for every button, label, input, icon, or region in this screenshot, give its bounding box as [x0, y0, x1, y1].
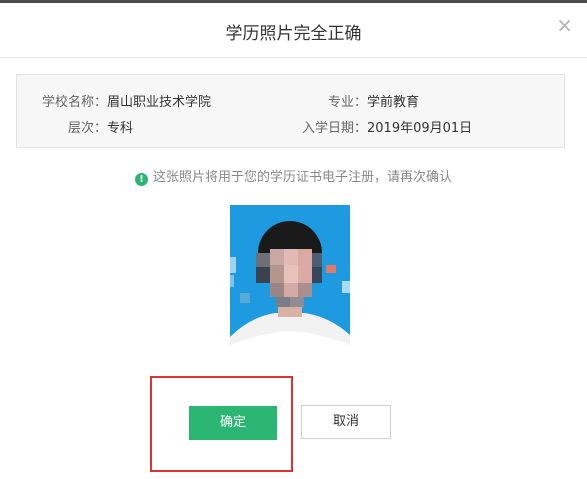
cancel-button[interactable]: 取消 [301, 405, 391, 439]
enroll-date-value: 2019年09月01日 [367, 121, 473, 136]
confirm-notice: ! 这张照片将用于您的学历证书电子注册，请再次确认 [0, 166, 587, 186]
school-value: 眉山职业技术学院 [107, 95, 212, 110]
student-photo [230, 205, 350, 363]
enroll-date-label: 入学日期： [301, 121, 367, 136]
close-icon[interactable]: × [556, 15, 573, 35]
school-label: 学校名称： [41, 95, 107, 110]
exclamation-circle-icon: ! [134, 173, 148, 186]
level-row: 层次：专科 [17, 117, 133, 136]
confirm-button[interactable]: 确定 [189, 406, 277, 440]
notice-text: 这张照片将用于您的学历证书电子注册，请再次确认 [152, 170, 452, 185]
major-value: 学前教育 [367, 95, 420, 110]
photo-image [230, 205, 350, 363]
major-row: 专业：学前教育 [283, 91, 419, 110]
level-label: 层次： [67, 121, 107, 136]
major-label: 专业： [327, 95, 367, 110]
school-row: 学校名称：眉山职业技术学院 [17, 91, 211, 110]
dialog-header: 学历照片完全正确 × [0, 3, 587, 58]
level-value: 专科 [107, 121, 134, 136]
enroll-date-row: 入学日期：2019年09月01日 [283, 117, 472, 136]
student-info-panel: 学校名称：眉山职业技术学院 专业：学前教育 层次：专科 入学日期：2019年09… [16, 74, 565, 148]
dialog-title: 学历照片完全正确 [225, 24, 362, 44]
